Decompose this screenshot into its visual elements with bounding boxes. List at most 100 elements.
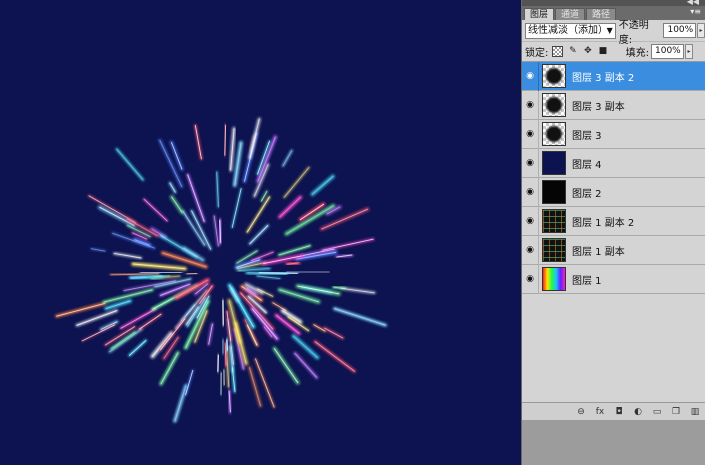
chevron-down-icon: ▼ (606, 25, 613, 35)
firework-streak-core (279, 289, 319, 303)
firework-streak-core (143, 198, 168, 222)
firework-streak-core (294, 352, 318, 379)
layer-thumbnail (542, 93, 566, 117)
eye-icon[interactable]: ◉ (522, 177, 539, 207)
move-icon[interactable]: ✥ (582, 46, 593, 57)
eye-icon[interactable]: ◉ (522, 148, 539, 178)
layer-thumbnail (542, 238, 566, 262)
adjustment-icon[interactable]: ◐ (631, 406, 645, 418)
eye-icon[interactable]: ◉ (522, 235, 539, 265)
firework-streak-core (171, 196, 183, 213)
firework-streak-core (174, 385, 187, 422)
eye-icon[interactable]: ◉ (522, 61, 539, 91)
layer-list-empty-area[interactable] (522, 294, 705, 402)
blend-mode-value: 线性减淡（添加） (528, 24, 608, 36)
eye-icon[interactable]: ◉ (522, 206, 539, 236)
fill-stepper[interactable]: ▸ (685, 44, 693, 59)
layer-thumbnail (542, 180, 566, 204)
firework-streak-core (334, 308, 386, 326)
mask-icon[interactable]: ◘ (612, 406, 626, 418)
firework-streak-core (113, 252, 142, 259)
layer-name: 图层 4 (572, 159, 602, 171)
layer-row[interactable]: ◉ 图层 1 副本 (522, 235, 705, 265)
firework-streaks (54, 117, 388, 423)
trash-icon[interactable]: ▥ (688, 406, 702, 418)
lock-row: 锁定: ✎ ✥ ■ 填充: 100% ▸ (522, 42, 705, 62)
firework-streak-core (187, 174, 205, 222)
firework-streak-core (279, 196, 301, 218)
layer-row[interactable]: ◉ 图层 2 (522, 177, 705, 207)
firework-streak-core (231, 188, 242, 228)
opacity-stepper[interactable]: ▸ (697, 23, 705, 38)
fx-icon[interactable]: fx (593, 406, 607, 418)
group-icon[interactable]: ▭ (650, 406, 664, 418)
opacity-label: 不透明度: (618, 19, 649, 46)
workspace-background (521, 420, 705, 465)
tab-layers[interactable]: 图层 (524, 8, 555, 20)
firework-streak-core (251, 308, 278, 340)
firework-streak-core (314, 341, 355, 372)
firework-streak-core (257, 136, 276, 182)
layer-list: ◉ 图层 3 副本 2 ◉ 图层 3 副本 ◉ 图层 3 ◉ 图层 4 ◉ 图层… (522, 61, 705, 294)
layer-name: 图层 1 (572, 275, 602, 287)
blend-mode-select[interactable]: 线性减淡（添加） ▼ (525, 22, 616, 39)
firework-streak-core (260, 190, 268, 202)
fill-field[interactable]: 100% (651, 44, 684, 59)
opacity-field[interactable]: 100% (663, 23, 697, 38)
tab-paths[interactable]: 路径 (586, 8, 617, 20)
layer-name: 图层 2 (572, 188, 602, 200)
lock-transparency-icon[interactable] (552, 46, 564, 57)
layer-name: 图层 3 副本 (572, 101, 625, 113)
firework-streak-core (56, 302, 106, 317)
firework-streak-core (81, 324, 116, 342)
firework-streak-core (169, 182, 176, 193)
layer-row[interactable]: ◉ 图层 3 (522, 119, 705, 149)
firework-streak-core (186, 272, 198, 275)
blend-row: 线性减淡（添加） ▼ 不透明度: 100% ▸ (522, 20, 705, 46)
panel-footer: ⊖ fx ◘ ◐ ▭ ❐ ▥ (522, 402, 705, 420)
layer-thumbnail (542, 122, 566, 146)
firework-streak-core (324, 327, 344, 339)
document-canvas[interactable] (0, 0, 521, 465)
brush-icon[interactable]: ✎ (567, 46, 578, 57)
fill-label: 填充: (625, 48, 649, 59)
lock-label: 锁定: (525, 48, 549, 59)
firework-streak-core (194, 124, 202, 160)
lock-icon[interactable]: ■ (597, 46, 608, 57)
layer-name: 图层 1 副本 2 (572, 217, 635, 229)
tab-channels[interactable]: 通道 (555, 8, 586, 20)
link-icon[interactable]: ⊖ (574, 406, 588, 418)
layer-row[interactable]: ◉ 图层 4 (522, 148, 705, 178)
firework-streak-core (128, 340, 147, 356)
layer-row[interactable]: ◉ 图层 3 副本 (522, 90, 705, 120)
firework-streak-core (249, 225, 269, 245)
layer-name: 图层 1 副本 (572, 246, 625, 258)
layer-name: 图层 3 副本 2 (572, 72, 635, 84)
layer-thumbnail (542, 151, 566, 175)
firework-streak-core (234, 142, 242, 186)
panel-tabs: 图层 通道 路径 ▾≡ (522, 6, 705, 20)
layer-thumbnail (542, 209, 566, 233)
layer-row[interactable]: ◉ 图层 3 副本 2 (522, 61, 705, 91)
firework-streak-core (286, 205, 334, 235)
new-layer-icon[interactable]: ❐ (669, 406, 683, 418)
eye-icon[interactable]: ◉ (522, 119, 539, 149)
firework-streak-core (282, 149, 293, 167)
eye-icon[interactable]: ◉ (522, 90, 539, 120)
layer-name: 图层 3 (572, 130, 602, 142)
firework-streak-core (183, 247, 204, 261)
firework-artwork (54, 117, 388, 423)
firework-streak-core (311, 175, 334, 195)
layers-panel: ◀◀ 图层 通道 路径 ▾≡ 线性减淡（添加） ▼ 不透明度: 100% ▸ 锁… (521, 0, 705, 420)
firework-streak-core (116, 148, 144, 181)
layer-row[interactable]: ◉ 图层 1 (522, 264, 705, 294)
firework-streak-core (249, 367, 261, 407)
layer-thumbnail (542, 267, 566, 291)
firework-streak-core (283, 166, 310, 198)
firework-streak-core (99, 206, 135, 226)
firework-streak-core (120, 308, 157, 329)
layer-thumbnail (542, 64, 566, 88)
eye-icon[interactable]: ◉ (522, 264, 539, 294)
layer-row[interactable]: ◉ 图层 1 副本 2 (522, 206, 705, 236)
panel-menu-icon[interactable]: ▾≡ (690, 7, 701, 16)
